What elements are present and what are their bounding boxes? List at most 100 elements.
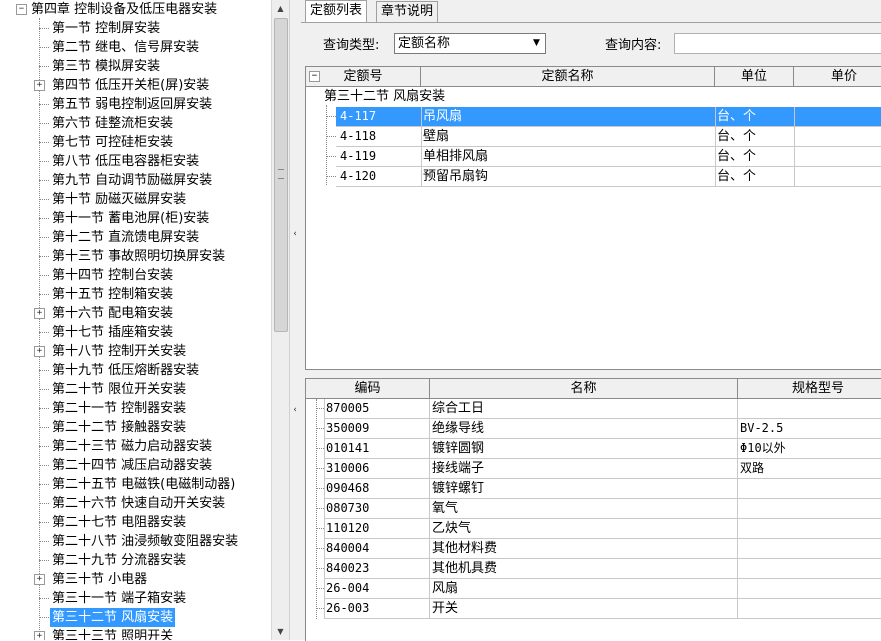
material-name-cell[interactable]: 开关 (430, 599, 737, 618)
tree-item[interactable]: 第五节 弱电控制返回屏安装 (0, 95, 271, 114)
tree-item-label[interactable]: 第十九节 低压熔断器安装 (50, 361, 201, 380)
scroll-down-icon[interactable]: ▼ (272, 623, 289, 640)
material-code-cell[interactable]: 840023 (324, 559, 429, 578)
tree-item[interactable]: 第三十二节 风扇安装 (0, 608, 271, 627)
material-name-cell[interactable]: 其他材料费 (430, 539, 737, 558)
quota-price-cell[interactable] (794, 167, 881, 186)
tree-item-label[interactable]: 第九节 自动调节励磁屏安装 (50, 171, 214, 190)
tree-item-label[interactable]: 第二十一节 控制器安装 (50, 399, 188, 418)
material-spec-cell[interactable]: Φ10以外 (738, 439, 881, 458)
tree-item-label[interactable]: 第七节 可控硅柜安装 (50, 133, 175, 152)
material-code-cell[interactable]: 090468 (324, 479, 429, 498)
tree-item[interactable]: 第二十二节 接触器安装 (0, 418, 271, 437)
collapse-icon[interactable]: − (16, 4, 27, 15)
tree-scrollbar[interactable]: ▲ ▼ (271, 0, 289, 640)
tree-item[interactable]: 第二十五节 电磁铁(电磁制动器) (0, 475, 271, 494)
material-spec-cell[interactable] (738, 519, 881, 538)
column-header-material-code[interactable]: 编码 (306, 379, 430, 398)
tree-item[interactable]: + 第三十三节 照明开关 (0, 627, 271, 640)
tree-item-label[interactable]: 第六节 硅整流柜安装 (50, 114, 175, 133)
material-spec-cell[interactable] (738, 499, 881, 518)
scrollbar-thumb[interactable] (274, 18, 288, 332)
quota-unit-cell[interactable]: 台、个 (715, 127, 793, 146)
tree-item-label[interactable]: 第二十四节 减压启动器安装 (50, 456, 214, 475)
tree-item[interactable]: 第七节 可控硅柜安装 (0, 133, 271, 152)
tree-item-label[interactable]: 第十五节 控制箱安装 (50, 285, 175, 304)
tree-item-label[interactable]: 第二十六节 快速自动开关安装 (50, 494, 227, 513)
tree-item[interactable]: 第二十节 限位开关安装 (0, 380, 271, 399)
material-spec-cell[interactable] (738, 399, 881, 418)
column-header-name[interactable]: 定额名称 (421, 67, 715, 86)
expand-icon[interactable]: + (34, 574, 45, 585)
collapse-left-icon[interactable]: ‹ (292, 403, 298, 417)
material-spec-cell[interactable] (738, 599, 881, 618)
material-spec-cell[interactable]: 双路 (738, 459, 881, 478)
tree-item[interactable]: 第六节 硅整流柜安装 (0, 114, 271, 133)
tree-item[interactable]: 第二十七节 电阻器安装 (0, 513, 271, 532)
quota-name-cell[interactable]: 单相排风扇 (421, 147, 714, 166)
quota-unit-cell[interactable]: 台、个 (715, 167, 793, 186)
expand-icon[interactable]: + (34, 308, 45, 319)
tree-item[interactable]: + 第十六节 配电箱安装 (0, 304, 271, 323)
material-table[interactable]: 编码 名称 规格型号 870005 综合工日 350009 绝缘导线 BV-2.5 010… (305, 378, 881, 641)
material-name-cell[interactable]: 其他机具费 (430, 559, 737, 578)
dropdown-arrow-icon[interactable]: ▼ (528, 34, 545, 53)
tree-item-label[interactable]: 第十一节 蓄电池屏(柜)安装 (50, 209, 211, 228)
material-name-cell[interactable]: 镀锌螺钉 (430, 479, 737, 498)
tree-item-label[interactable]: 第二十二节 接触器安装 (50, 418, 188, 437)
tree-item-label[interactable]: 第八节 低压电容器柜安装 (50, 152, 201, 171)
expand-icon[interactable]: + (34, 80, 45, 91)
tree-item-label[interactable]: 第五节 弱电控制返回屏安装 (50, 95, 214, 114)
tree-item[interactable]: 第十一节 蓄电池屏(柜)安装 (0, 209, 271, 228)
tree-item[interactable]: 第十节 励磁灭磁屏安装 (0, 190, 271, 209)
tab-section-notes[interactable]: 章节说明 (376, 1, 439, 22)
tree-item-label[interactable]: 第二十五节 电磁铁(电磁制动器) (50, 475, 237, 494)
quota-code-cell[interactable]: 4-118 (338, 127, 420, 146)
tree-item[interactable]: 第三十一节 端子箱安装 (0, 589, 271, 608)
tree-item[interactable]: 第二节 继电、信号屏安装 (0, 38, 271, 57)
tree-item-label[interactable]: 第二十九节 分流器安装 (50, 551, 188, 570)
tree-item[interactable]: 第十二节 直流馈电屏安装 (0, 228, 271, 247)
material-code-cell[interactable]: 310006 (324, 459, 429, 478)
tree-item[interactable]: 第二十六节 快速自动开关安装 (0, 494, 271, 513)
column-header-spec[interactable]: 规格型号 (738, 379, 881, 398)
material-name-cell[interactable]: 风扇 (430, 579, 737, 598)
column-header-unit[interactable]: 单位 (715, 67, 794, 86)
expand-icon[interactable]: + (34, 346, 45, 357)
tree-item-label[interactable]: 第二节 继电、信号屏安装 (50, 38, 201, 57)
tree-item[interactable]: 第十四节 控制台安装 (0, 266, 271, 285)
material-spec-cell[interactable] (738, 479, 881, 498)
material-spec-cell[interactable] (738, 559, 881, 578)
material-code-cell[interactable]: 26-004 (324, 579, 429, 598)
expand-icon[interactable]: + (34, 631, 45, 640)
query-content-input[interactable] (674, 33, 881, 54)
quota-unit-cell[interactable]: 台、个 (715, 147, 793, 166)
material-code-cell[interactable]: 870005 (324, 399, 429, 418)
material-code-cell[interactable]: 840004 (324, 539, 429, 558)
tree-item[interactable]: 第三节 模拟屏安装 (0, 57, 271, 76)
tree-item[interactable]: 第九节 自动调节励磁屏安装 (0, 171, 271, 190)
tree-item-label[interactable]: 第十二节 直流馈电屏安装 (50, 228, 201, 247)
collapse-icon[interactable]: − (309, 71, 320, 82)
tree-item-label[interactable]: 第二十节 限位开关安装 (50, 380, 188, 399)
tree-item-label[interactable]: 第十六节 配电箱安装 (50, 304, 175, 323)
material-name-cell[interactable]: 综合工日 (430, 399, 737, 418)
tree-item[interactable]: 第八节 低压电容器柜安装 (0, 152, 271, 171)
quota-code-cell[interactable]: 4-119 (338, 147, 420, 166)
tree-item-label[interactable]: 第四节 低压开关柜(屏)安装 (50, 76, 211, 95)
tree-item-label[interactable]: 第十节 励磁灭磁屏安装 (50, 190, 188, 209)
quota-code-cell[interactable]: 4-117 (338, 107, 420, 126)
tree-item[interactable]: 第二十九节 分流器安装 (0, 551, 271, 570)
query-type-select[interactable]: 定额名称 ▼ (394, 33, 546, 54)
tree-item-label[interactable]: 第三十一节 端子箱安装 (50, 589, 188, 608)
tree-item-label[interactable]: 第十三节 事故照明切换屏安装 (50, 247, 227, 266)
material-code-cell[interactable]: 010141 (324, 439, 429, 458)
tree-item-label[interactable]: 第十四节 控制台安装 (50, 266, 175, 285)
tree-item[interactable]: 第二十三节 磁力启动器安装 (0, 437, 271, 456)
tree-item-label[interactable]: 第三十三节 照明开关 (50, 627, 175, 640)
tree-item-label[interactable]: 第二十七节 电阻器安装 (50, 513, 188, 532)
tree-item[interactable]: 第十三节 事故照明切换屏安装 (0, 247, 271, 266)
tree-item-label[interactable]: 第一节 控制屏安装 (50, 19, 162, 38)
tree-item[interactable]: 第二十四节 减压启动器安装 (0, 456, 271, 475)
chapter-tree[interactable]: − 第四章 控制设备及低压电器安装 第一节 控制屏安装 第二节 继电、信号屏安装第… (0, 0, 271, 640)
